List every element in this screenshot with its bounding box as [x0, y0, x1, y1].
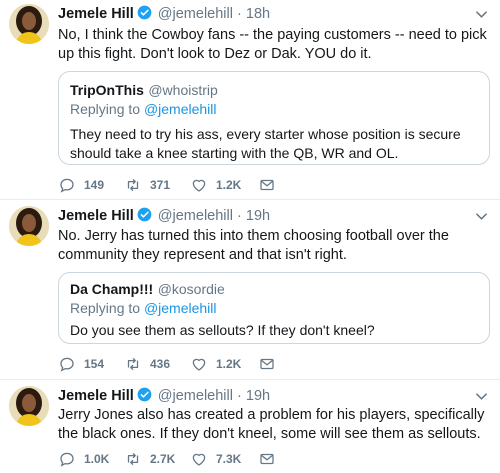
- tweet[interactable]: Jemele Hill @jemelehill · 19h Jerry Jone…: [0, 380, 500, 473]
- avatar[interactable]: [9, 206, 49, 246]
- like-button[interactable]: 1.2K: [190, 354, 241, 374]
- separator-dot: ·: [237, 388, 242, 404]
- reply-button[interactable]: 154: [58, 354, 104, 374]
- author-name[interactable]: Jemele Hill: [58, 208, 134, 224]
- envelope-icon: [260, 453, 274, 465]
- quoted-tweet[interactable]: Da Champ!!! @kosordie Replying to @jemel…: [58, 272, 490, 344]
- reply-button[interactable]: 1.0K: [58, 449, 109, 469]
- direct-message-button[interactable]: [258, 449, 284, 469]
- tweet-timestamp[interactable]: 19h: [246, 388, 270, 404]
- like-count: 1.2K: [216, 357, 242, 371]
- quoted-tweet-header: TripOnThis @whoistrip: [70, 82, 218, 100]
- retweet-icon: [127, 179, 139, 191]
- avatar[interactable]: [9, 386, 49, 426]
- reply-count: 154: [84, 357, 105, 371]
- tweet-timestamp[interactable]: 18h: [246, 6, 270, 22]
- quoted-author-handle: @kosordie: [157, 281, 225, 297]
- separator-dot: ·: [237, 6, 242, 22]
- replying-to-link[interactable]: @jemelehill: [144, 101, 217, 117]
- tweet-text: Jerry Jones also has created a problem f…: [58, 407, 485, 442]
- replying-to-label: Replying to: [70, 101, 141, 117]
- reply-icon: [60, 178, 74, 193]
- chevron-down-icon[interactable]: [475, 390, 488, 403]
- heart-icon: [192, 358, 206, 371]
- separator-dot: ·: [237, 208, 242, 224]
- tweet-text: No. Jerry has turned this into them choo…: [58, 228, 449, 263]
- like-count: 7.3K: [216, 452, 242, 466]
- author-handle[interactable]: @jemelehill: [158, 6, 233, 22]
- tweet-timestamp[interactable]: 19h: [246, 208, 270, 224]
- replying-to-label: Replying to: [70, 300, 141, 316]
- replying-to: Replying to @jemelehill: [70, 300, 217, 316]
- like-button[interactable]: 7.3K: [190, 449, 241, 469]
- chevron-down-icon[interactable]: [475, 210, 488, 223]
- retweet-button[interactable]: 371: [124, 175, 170, 195]
- quoted-tweet[interactable]: TripOnThis @whoistrip Replying to @jemel…: [58, 71, 490, 165]
- envelope-icon: [260, 358, 274, 370]
- tweet-header: Jemele Hill @jemelehill · 19h: [58, 207, 270, 225]
- heart-icon: [192, 179, 206, 192]
- avatar[interactable]: [9, 4, 49, 44]
- author-handle[interactable]: @jemelehill: [158, 388, 233, 404]
- quoted-author-name: Da Champ!!!: [70, 281, 154, 297]
- reply-icon: [60, 452, 74, 467]
- reply-button[interactable]: 149: [58, 175, 104, 195]
- retweet-icon: [127, 453, 139, 465]
- chevron-down-icon[interactable]: [475, 8, 488, 21]
- verified-badge-icon: [137, 5, 152, 20]
- retweet-button[interactable]: 2.7K: [124, 449, 175, 469]
- quoted-tweet-text: They need to try his ass, every starter …: [70, 126, 461, 161]
- tweet-text: No, I think the Cowboy fans -- the payin…: [58, 27, 487, 62]
- retweet-count: 436: [150, 357, 171, 371]
- reply-count: 1.0K: [84, 452, 110, 466]
- verified-badge-icon: [137, 207, 152, 222]
- direct-message-button[interactable]: [258, 354, 284, 374]
- retweet-button[interactable]: 436: [124, 354, 170, 374]
- author-name[interactable]: Jemele Hill: [58, 388, 134, 404]
- like-count: 1.2K: [216, 178, 242, 192]
- quoted-author-name: TripOnThis: [70, 82, 144, 98]
- tweet-header: Jemele Hill @jemelehill · 19h: [58, 387, 270, 405]
- retweet-count: 371: [150, 178, 171, 192]
- quoted-tweet-text: Do you see them as sellouts? If they don…: [70, 322, 375, 338]
- heart-icon: [192, 453, 206, 466]
- tweet[interactable]: Jemele Hill @jemelehill · 18h No, I thin…: [0, 0, 500, 200]
- tweet[interactable]: Jemele Hill @jemelehill · 19h No. Jerry …: [0, 200, 500, 380]
- retweet-count: 2.7K: [150, 452, 176, 466]
- tweet-feed: Jemele Hill @jemelehill · 18h No, I thin…: [0, 0, 500, 473]
- replying-to: Replying to @jemelehill: [70, 101, 217, 117]
- tweet-header: Jemele Hill @jemelehill · 18h: [58, 5, 270, 23]
- envelope-icon: [260, 179, 274, 191]
- author-name[interactable]: Jemele Hill: [58, 6, 134, 22]
- quoted-author-handle: @whoistrip: [148, 82, 218, 98]
- direct-message-button[interactable]: [258, 175, 284, 195]
- quoted-tweet-header: Da Champ!!! @kosordie: [70, 281, 225, 299]
- author-handle[interactable]: @jemelehill: [158, 208, 233, 224]
- reply-count: 149: [84, 178, 105, 192]
- verified-badge-icon: [137, 387, 152, 402]
- replying-to-link[interactable]: @jemelehill: [144, 300, 217, 316]
- retweet-icon: [127, 358, 139, 370]
- like-button[interactable]: 1.2K: [190, 175, 241, 195]
- reply-icon: [60, 357, 74, 372]
